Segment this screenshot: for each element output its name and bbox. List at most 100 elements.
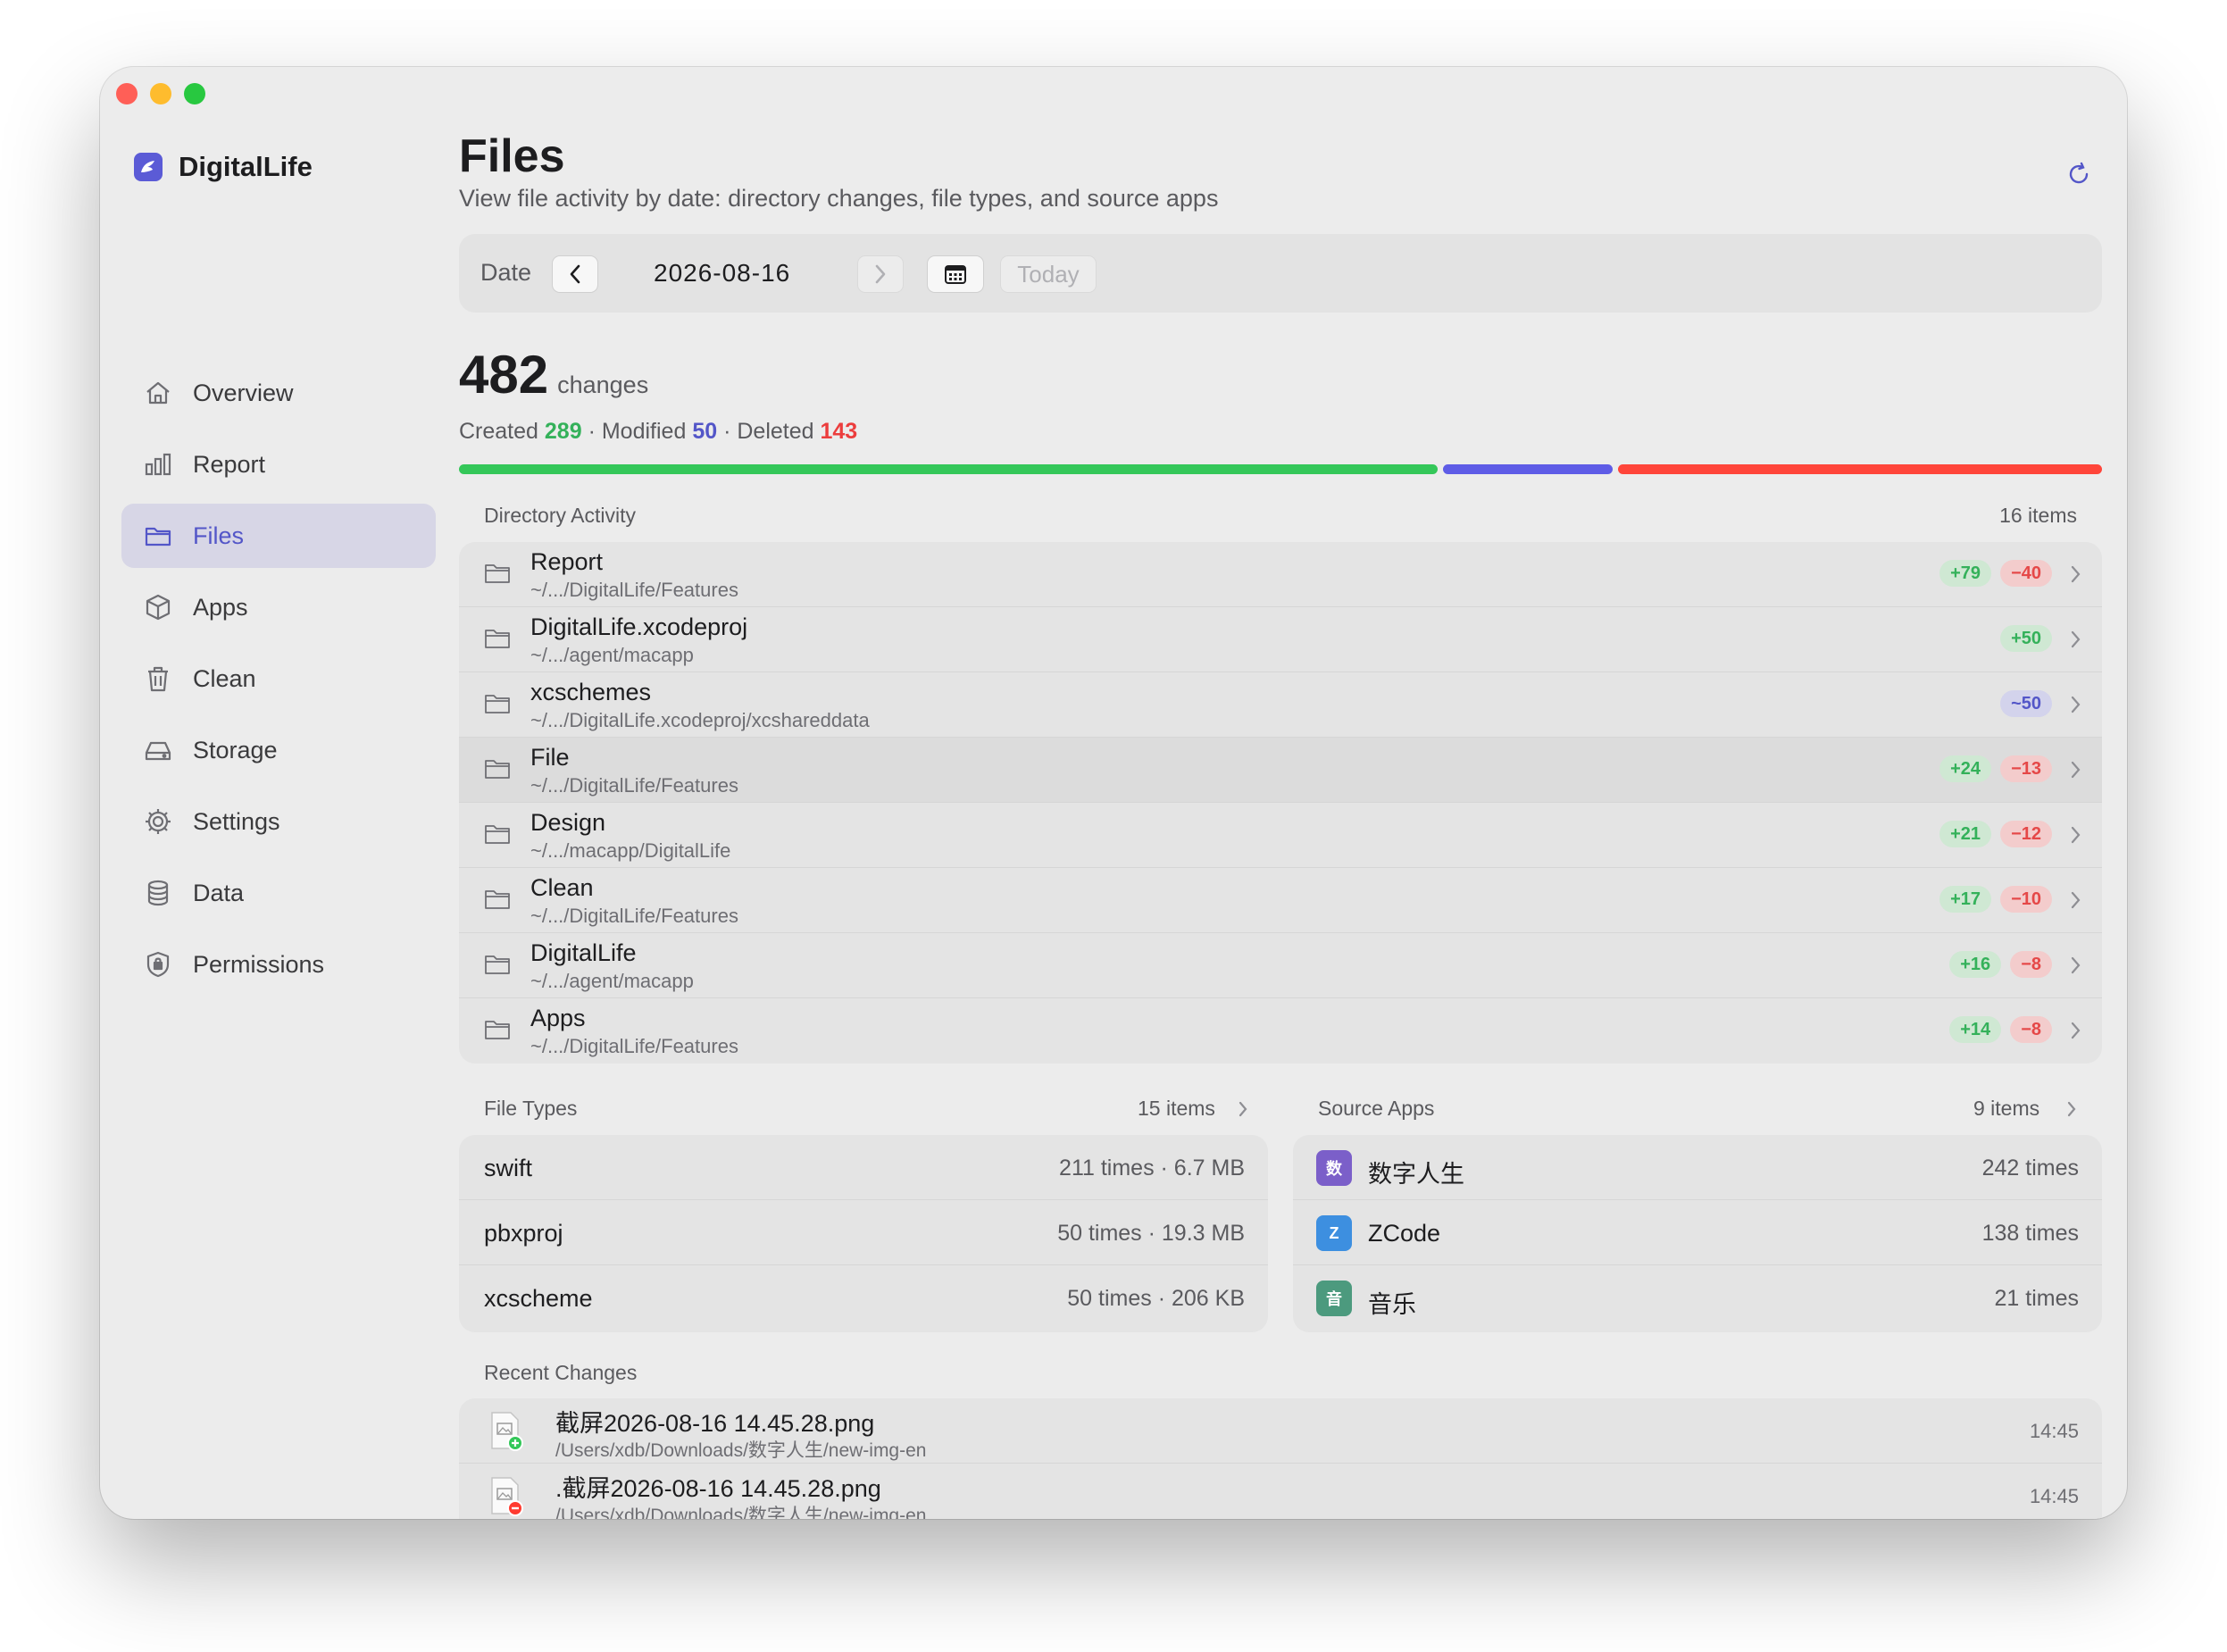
chevron-right-icon xyxy=(2071,565,2081,583)
created-label: Created xyxy=(459,419,538,444)
app-logo-icon xyxy=(134,153,163,181)
file-type-stats: 50 times · 19.3 MB xyxy=(1057,1221,1245,1246)
chevron-right-icon xyxy=(2071,630,2081,648)
chevron-right-icon xyxy=(2071,891,2081,909)
folder-icon xyxy=(485,564,510,583)
sidebar-item-label: Apps xyxy=(193,593,248,621)
source-app-row[interactable]: 数 数字人生 242 times xyxy=(1293,1135,2102,1200)
directory-row[interactable]: DigitalLife.xcodeproj ~/.../agent/macapp +… xyxy=(459,607,2102,672)
folder-icon xyxy=(485,890,510,909)
source-app-name: ZCode xyxy=(1368,1220,1441,1247)
calendar-icon xyxy=(945,265,966,284)
file-type-name: swift xyxy=(484,1155,532,1181)
source-apps-label: Source Apps xyxy=(1318,1097,1435,1120)
database-icon xyxy=(141,876,175,910)
separator: · xyxy=(588,419,596,444)
sidebar-item-permissions[interactable]: Permissions xyxy=(121,932,436,997)
recent-change-row[interactable]: 截屏2026-08-16 14.45.28.png /Users/xdb/Dow… xyxy=(459,1398,2102,1464)
chevron-right-icon xyxy=(2071,826,2081,844)
directory-activity-list: Report ~/.../DigitalLife/Features +79 −40 Di… xyxy=(459,542,2102,1064)
directory-path: ~/.../agent/macapp xyxy=(530,970,694,992)
image-file-added-icon xyxy=(491,1412,523,1451)
today-button[interactable]: Today xyxy=(1000,255,1097,293)
change-badges: ~50 xyxy=(2000,690,2052,717)
deleted-label: Deleted xyxy=(737,419,814,444)
sidebar-item-label: Report xyxy=(193,450,266,478)
total-changes-unit: changes xyxy=(557,371,649,398)
directory-row[interactable]: xcschemes ~/.../DigitalLife.xcodeproj/xcs… xyxy=(459,672,2102,738)
deleted-badge: −8 xyxy=(2010,1016,2052,1043)
previous-day-button[interactable] xyxy=(552,255,598,293)
sidebar-item-label: Clean xyxy=(193,664,256,692)
file-type-row[interactable]: xcscheme 50 times · 206 KB xyxy=(459,1265,1268,1331)
added-badge: +50 xyxy=(2000,625,2052,652)
deleted-count: 143 xyxy=(820,419,858,444)
file-name: 截屏2026-08-16 14.45.28.png xyxy=(555,1410,875,1437)
next-day-button[interactable] xyxy=(857,255,904,293)
file-types-count[interactable]: 15 items xyxy=(1138,1097,1215,1121)
shield-lock-icon xyxy=(141,947,175,981)
directory-name: DigitalLife.xcodeproj xyxy=(530,613,748,640)
sidebar-item-label: Settings xyxy=(193,807,280,835)
folder-icon xyxy=(141,519,175,553)
image-file-deleted-icon xyxy=(491,1477,523,1516)
chevron-right-icon xyxy=(2071,696,2081,713)
directory-row[interactable]: File ~/.../DigitalLife/Features +24 −13 xyxy=(459,738,2102,803)
directory-row[interactable]: Clean ~/.../DigitalLife/Features +17 −10 xyxy=(459,868,2102,933)
house-icon xyxy=(141,376,175,410)
source-app-row[interactable]: Z ZCode 138 times xyxy=(1293,1200,2102,1265)
chevron-right-icon xyxy=(2071,956,2081,974)
file-type-row[interactable]: pbxproj 50 times · 19.3 MB xyxy=(459,1200,1268,1265)
file-name: .截屏2026-08-16 14.45.28.png xyxy=(555,1475,881,1502)
source-apps-count[interactable]: 9 items xyxy=(1973,1097,2039,1121)
recent-change-row[interactable]: .截屏2026-08-16 14.45.28.png /Users/xdb/Do… xyxy=(459,1464,2102,1519)
directory-row[interactable]: Apps ~/.../DigitalLife/Features +14 −8 xyxy=(459,998,2102,1064)
sidebar-item-files[interactable]: Files xyxy=(121,504,436,568)
sidebar-item-overview[interactable]: Overview xyxy=(121,361,436,425)
directory-path: ~/.../agent/macapp xyxy=(530,644,694,666)
selected-date: 2026-08-16 xyxy=(654,259,791,287)
sidebar-item-data[interactable]: Data xyxy=(121,861,436,925)
date-label: Date xyxy=(480,259,532,286)
sidebar-item-apps[interactable]: Apps xyxy=(121,575,436,639)
calendar-button[interactable] xyxy=(927,255,984,293)
deleted-badge: −13 xyxy=(2000,755,2052,782)
file-type-row[interactable]: swift 211 times · 6.7 MB xyxy=(459,1135,1268,1200)
modified-segment xyxy=(1443,464,1613,474)
source-app-name: 音乐 xyxy=(1368,1291,1416,1318)
cube-icon xyxy=(141,590,175,624)
sidebar-item-storage[interactable]: Storage xyxy=(121,718,436,782)
app-window: DigitalLife Overview Report Files Apps C… xyxy=(100,67,2127,1519)
folder-icon xyxy=(485,695,510,713)
directory-row[interactable]: DigitalLife ~/.../agent/macapp +16 −8 xyxy=(459,933,2102,998)
chevron-right-icon[interactable] xyxy=(1238,1100,1248,1118)
directory-row[interactable]: Report ~/.../DigitalLife/Features +79 −40 xyxy=(459,542,2102,607)
change-time: 14:45 xyxy=(2029,1420,2079,1442)
directory-name: Apps xyxy=(530,1005,586,1031)
chevron-right-icon[interactable] xyxy=(2066,1100,2077,1118)
directory-name: Clean xyxy=(530,874,594,901)
change-badges: +79 −40 xyxy=(1939,560,2052,587)
sidebar-item-clean[interactable]: Clean xyxy=(121,647,436,711)
added-badge: +79 xyxy=(1939,560,1992,587)
directory-row[interactable]: Design ~/.../macapp/DigitalLife +21 −12 xyxy=(459,803,2102,868)
source-app-row[interactable]: 音 音乐 21 times xyxy=(1293,1265,2102,1331)
file-path: /Users/xdb/Downloads/数字人生/new-img-en xyxy=(555,1440,927,1461)
sidebar-item-settings[interactable]: Settings xyxy=(121,789,436,854)
file-type-name: xcscheme xyxy=(484,1285,593,1312)
directory-path: ~/.../DigitalLife/Features xyxy=(530,774,738,797)
file-types-list: swift 211 times · 6.7 MB pbxproj 50 time… xyxy=(459,1135,1268,1332)
directory-name: xcschemes xyxy=(530,679,652,705)
drive-icon xyxy=(141,733,175,767)
chevron-left-icon xyxy=(570,264,580,284)
sidebar-item-report[interactable]: Report xyxy=(121,432,436,496)
sidebar-nav: Overview Report Files Apps Clean Storage… xyxy=(121,361,436,1004)
deleted-badge: −40 xyxy=(2000,560,2052,587)
change-time: 14:45 xyxy=(2029,1485,2079,1507)
total-changes: 482 xyxy=(459,345,549,405)
refresh-icon[interactable] xyxy=(2063,158,2095,190)
change-badges: +14 −8 xyxy=(1949,1016,2052,1043)
source-app-count: 21 times xyxy=(1994,1286,2079,1311)
file-type-name: pbxproj xyxy=(484,1220,563,1247)
change-badges: +24 −13 xyxy=(1939,755,2052,782)
